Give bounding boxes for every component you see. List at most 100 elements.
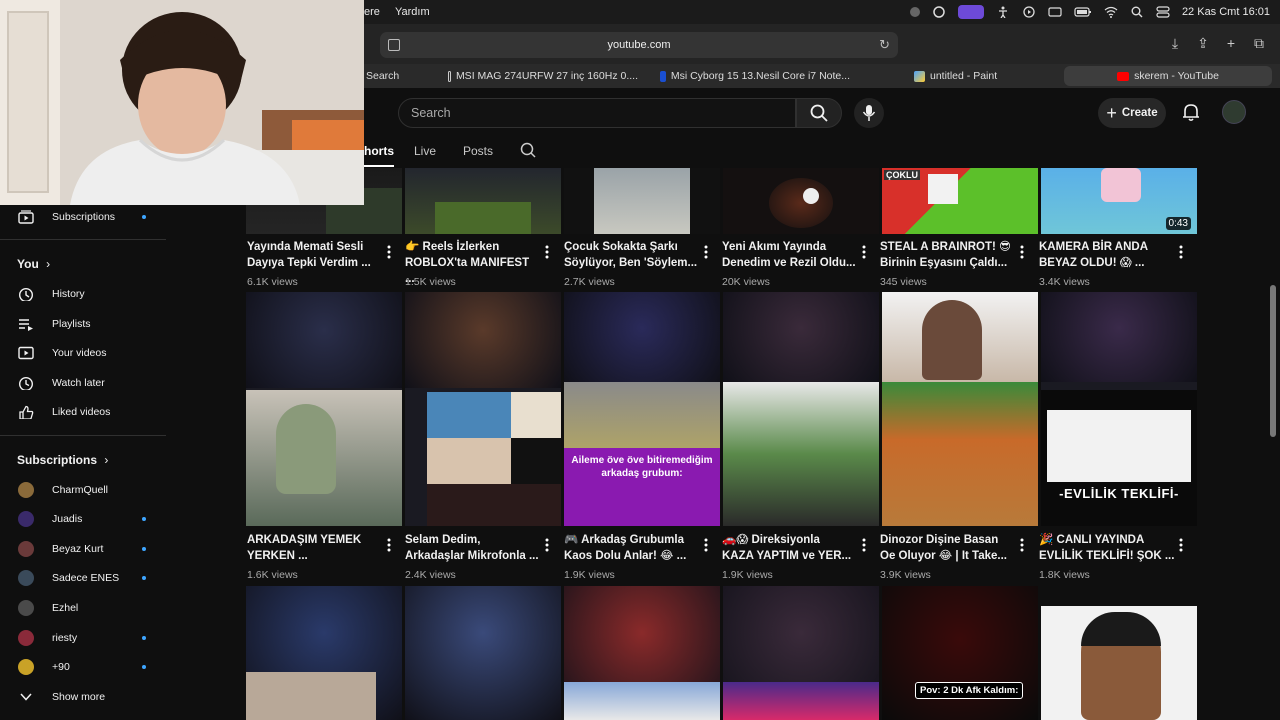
you-section-header[interactable]: You › [17, 257, 50, 271]
more-options-icon[interactable] [701, 244, 711, 260]
more-options-icon[interactable] [701, 537, 711, 553]
video-thumbnail[interactable] [723, 168, 879, 234]
tab-youtube[interactable]: skerem - YouTube [1064, 66, 1272, 86]
video-thumbnail[interactable] [1041, 586, 1197, 720]
more-options-icon[interactable] [384, 244, 394, 260]
tab-shorts[interactable]: horts [364, 144, 394, 167]
menu-item-help[interactable]: Yardım [395, 6, 430, 18]
sidebar-sub-beyaz-kurt[interactable]: Beyaz Kurt [0, 535, 166, 563]
tab-msi-monitor[interactable]: MSI MAG 274URFW 27 inç 160Hz 0.... [448, 64, 638, 88]
video-thumbnail[interactable]: Aileme öve öve bitiremediğim arkadaş gru… [564, 292, 720, 526]
sidebar-sub-ezhel[interactable]: Ezhel [0, 594, 166, 622]
video-thumbnail[interactable]: -EVLİLİK TEKLİFİ- [1041, 292, 1197, 526]
menu-item[interactable]: ere [364, 6, 380, 18]
new-tab-icon[interactable]: + [1224, 36, 1238, 50]
more-options-icon[interactable] [859, 244, 869, 260]
more-options-icon[interactable] [1017, 537, 1027, 553]
notifications-bell-icon[interactable] [1182, 102, 1200, 122]
video-thumbnail[interactable] [405, 586, 561, 720]
stage-manager-icon[interactable] [957, 5, 984, 19]
video-title[interactable]: Yayında Memati Sesli Dayıya Tepki Verdim … [247, 239, 383, 271]
tab-search[interactable]: Search [366, 64, 436, 88]
video-title[interactable]: ARKADAŞIM YEMEK YERKEN ... [247, 532, 383, 564]
voice-search-button[interactable] [854, 98, 884, 128]
sidebar-item-liked-videos[interactable]: Liked videos [0, 398, 166, 426]
video-title[interactable]: Çocuk Sokakta Şarkı Söylüyor, Ben 'Söylem… [564, 239, 700, 271]
keyboard-icon[interactable] [1048, 6, 1062, 18]
video-title[interactable]: 🎮 Arkadaş Grubumla Kaos Dolu Anlar! 😂 ... [564, 532, 700, 564]
playlists-icon [19, 319, 33, 331]
more-options-icon[interactable] [1017, 244, 1027, 260]
sidebar-item-history[interactable]: History [0, 280, 166, 308]
wifi-icon[interactable] [1104, 6, 1118, 18]
video-thumbnail[interactable] [246, 292, 402, 526]
video-thumbnail[interactable]: Pov: 2 Dk Afk Kaldım: [882, 586, 1038, 720]
video-title[interactable]: 🎉 CANLI YAYINDA EVLİLİK TEKLİFİ! ŞOK ... [1039, 532, 1175, 564]
tab-msi-laptop[interactable]: Msi Cyborg 15 13.Nesil Core i7 Note... [660, 64, 850, 88]
tab-posts[interactable]: Posts [463, 144, 493, 158]
tab-paint[interactable]: untitled - Paint [914, 64, 1064, 88]
video-thumbnail[interactable] [246, 586, 402, 720]
video-title[interactable]: Selam Dedim, Arkadaşlar Mikrofonla ... [405, 532, 541, 564]
address-bar[interactable]: youtube.com ↻ [380, 32, 898, 58]
video-thumbnail[interactable]: 0:43 [1041, 168, 1197, 234]
sidebar-sub-sadece-enes[interactable]: Sadece ENES [0, 564, 166, 592]
video-title[interactable]: KAMERA BİR ANDA BEYAZ OLDU! 😱 ... [1039, 239, 1175, 271]
video-thumbnail[interactable] [564, 586, 720, 720]
sidebar-sub-plus90[interactable]: +90 [0, 653, 166, 681]
channel-name: Juadis [52, 513, 83, 525]
favicon-icon [448, 70, 451, 82]
tab-live[interactable]: Live [414, 144, 436, 158]
tabs-overview-icon[interactable]: ⧉ [1252, 36, 1266, 50]
download-icon[interactable]: ⤓ [1168, 36, 1182, 50]
accessibility-icon[interactable] [996, 6, 1010, 19]
channel-name: +90 [52, 661, 70, 673]
subscriptions-section-header[interactable]: Subscriptions › [17, 453, 108, 467]
search-input[interactable]: Search [398, 98, 796, 128]
video-thumbnail[interactable] [405, 292, 561, 526]
video-thumbnail[interactable] [882, 292, 1038, 526]
control-center-icon[interactable] [1156, 6, 1170, 18]
more-options-icon[interactable] [1176, 244, 1186, 260]
sidebar-item-subscriptions[interactable]: Subscriptions [0, 203, 166, 231]
search-button[interactable] [796, 98, 842, 128]
more-options-icon[interactable] [859, 537, 869, 553]
sidebar-item-playlists[interactable]: Playlists [0, 310, 166, 338]
duration-badge: 0:43 [1165, 217, 1191, 230]
vpn-icon[interactable] [932, 6, 946, 18]
sidebar-sub-juadis[interactable]: Juadis [0, 505, 166, 533]
more-options-icon[interactable] [384, 537, 394, 553]
account-avatar[interactable] [1222, 100, 1246, 124]
battery-icon[interactable] [1074, 6, 1092, 18]
create-button[interactable]: + Create [1098, 98, 1166, 128]
sidebar-item-watch-later[interactable]: Watch later [0, 369, 166, 397]
video-thumbnail[interactable]: ÇOKLU [882, 168, 1038, 234]
reload-icon[interactable]: ↻ [879, 37, 890, 53]
clock[interactable]: 22 Kas Cmt 16:01 [1182, 6, 1270, 18]
shorts-grid: ÇOKLU 0:43 Yayında Memati Sesli Dayıya Te… [246, 168, 1206, 720]
search-icon[interactable] [1130, 6, 1144, 18]
video-title[interactable]: Yeni Akımı Yayında Denedim ve Rezil Oldu.… [722, 239, 858, 271]
video-thumbnail[interactable] [723, 292, 879, 526]
video-title[interactable]: STEAL A BRAINROT! 😎 Birinin Eşyasını Çald… [880, 239, 1016, 271]
video-thumbnail[interactable] [723, 586, 879, 720]
sidebar-sub-charmquell[interactable]: CharmQuell [0, 476, 166, 504]
record-icon[interactable] [909, 7, 920, 17]
share-icon[interactable]: ⇪ [1196, 36, 1210, 50]
sidebar-sub-riesty[interactable]: riesty [0, 624, 166, 652]
tab-overview-icon[interactable] [388, 39, 400, 51]
play-icon[interactable] [1022, 6, 1036, 18]
view-count: 20K views [722, 276, 770, 288]
more-options-icon[interactable] [542, 537, 552, 553]
video-title[interactable]: Dinozor Dişine Basan Oe Oluyor 😂 | It Tak… [880, 532, 1016, 564]
channel-search-icon[interactable] [520, 142, 536, 158]
show-more-button[interactable]: Show more [0, 683, 166, 711]
page-scrollbar[interactable] [1270, 285, 1276, 437]
sidebar-item-your-videos[interactable]: Your videos [0, 339, 166, 367]
video-title[interactable]: 🚗😱 Direksiyonla KAZA YAPTIM ve YER... [722, 532, 858, 564]
video-thumbnail[interactable] [564, 168, 720, 234]
new-content-dot [142, 636, 146, 640]
video-thumbnail[interactable] [405, 168, 561, 234]
more-options-icon[interactable] [1176, 537, 1186, 553]
more-options-icon[interactable] [542, 244, 552, 260]
